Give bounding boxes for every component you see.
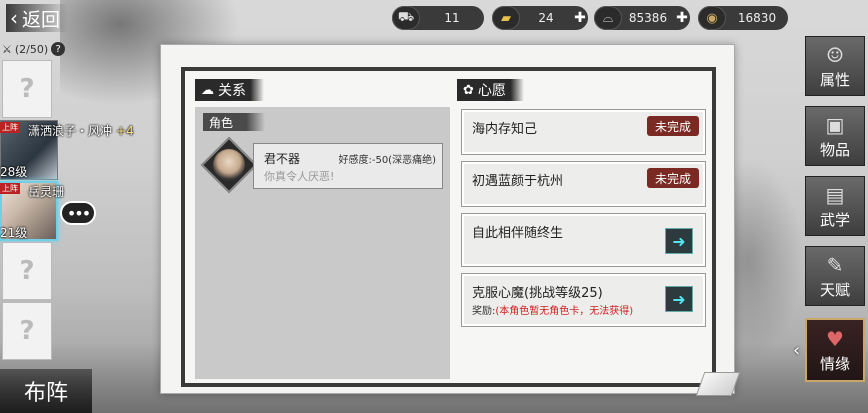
reward-note: (本角色暂无角色卡，无法获得) <box>495 306 634 317</box>
resource-value: 85386 <box>628 11 668 25</box>
sword-icon: ⚔ <box>2 42 12 56</box>
wish-item[interactable]: 克服心魔(挑战等级25) 奖励:(本角色暂无角色卡，无法获得) ➜ <box>461 273 706 327</box>
relation-entry[interactable]: 君不器 好感度:-50(深恶痛绝) 你真令人厌恶! <box>200 136 445 194</box>
main-panel-frame: ☁ 关系 角色 君不器 好感度:-50(深恶痛绝) 你真令人厌恶! ✿ 心愿 海… <box>181 67 716 387</box>
tab-talents[interactable]: ✎ 天赋 <box>805 246 865 306</box>
resource-value: 24 <box>538 11 554 25</box>
portrait-icon: ☺ <box>826 42 844 67</box>
book-icon: ▤ <box>825 182 845 207</box>
reward-label: 奖励: <box>472 306 496 317</box>
silver-ingot-icon: ⌓ <box>594 6 622 30</box>
resource-silver: ⌓ 85386 ✚ <box>594 6 690 30</box>
roster-hero-card-selected[interactable]: 上阵 岳灵珊 21级 ••• <box>0 181 96 241</box>
status-badge: 未完成 <box>646 116 699 136</box>
go-arrow-button[interactable]: ➜ <box>665 286 693 312</box>
on-field-tag: 上阵 <box>0 122 20 133</box>
hero-name: 岳灵珊 <box>28 185 65 199</box>
relation-description: 你真令人厌恶! <box>264 170 335 183</box>
resource-gold: ▰ 24 ✚ <box>492 6 588 30</box>
tab-label: 情缘 <box>819 354 850 373</box>
tab-label: 武学 <box>819 210 850 229</box>
cart-icon: ⛟ <box>392 6 420 30</box>
wish-title: 海内存知己 <box>472 122 538 137</box>
wish-reward: 奖励:(本角色暂无角色卡，无法获得) <box>472 302 633 317</box>
relation-affinity: 好感度:-50(深恶痛绝) <box>338 155 436 166</box>
resource-cart: ⛟ 11 <box>392 6 484 30</box>
add-silver-button[interactable]: ✚ <box>674 10 690 26</box>
wishes-header-label: 心愿 <box>477 83 506 99</box>
help-button[interactable]: ? <box>51 42 66 56</box>
on-field-tag: 上阵 <box>0 183 20 194</box>
tab-items[interactable]: ▣ 物品 <box>805 106 865 166</box>
chevron-left-icon: ‹ <box>793 340 801 361</box>
wish-item[interactable]: 自此相伴随终生 ➜ <box>461 213 706 267</box>
add-gold-button[interactable]: ✚ <box>572 10 588 26</box>
resource-coin: ◉ 16830 <box>698 6 788 30</box>
wish-item[interactable]: 初遇蓝颜于杭州 未完成 <box>461 161 706 207</box>
tab-label: 属性 <box>819 70 850 89</box>
formation-button[interactable]: 布阵 <box>0 369 92 413</box>
relation-name: 君不器 <box>264 152 301 166</box>
resource-value: 11 <box>444 11 460 25</box>
roster-count-text: (2/50) <box>14 42 49 56</box>
lotus-icon: ✿ <box>463 82 474 98</box>
avatar-face <box>213 149 245 181</box>
hero-name: 潇洒浪子・风冲 +4 <box>28 122 134 139</box>
back-button[interactable]: ‹ 返回 <box>6 4 69 32</box>
relations-header: ☁ 关系 <box>195 79 264 101</box>
cloud-icon: ☁ <box>201 82 214 98</box>
relations-header-label: 关系 <box>218 83 246 99</box>
go-arrow-button[interactable]: ➜ <box>665 228 693 254</box>
wish-item[interactable]: 海内存知己 未完成 <box>461 109 706 155</box>
resource-value: 16830 <box>737 11 777 25</box>
speech-bubble-icon[interactable]: ••• <box>60 201 96 225</box>
gold-ingot-icon: ▰ <box>492 6 520 30</box>
roster-count: ⚔ (2/50) ? <box>2 40 90 58</box>
empty-roster-slot[interactable]: ? <box>2 242 52 300</box>
heart-icon: ♥ <box>826 326 844 351</box>
tab-label: 物品 <box>819 140 850 159</box>
box-icon: ▣ <box>825 112 845 137</box>
relation-info: 君不器 好感度:-50(深恶痛绝) 你真令人厌恶! <box>253 143 443 189</box>
hero-level: 21级 <box>0 226 28 240</box>
tab-label: 天赋 <box>819 280 850 299</box>
tab-martial-arts[interactable]: ▤ 武学 <box>805 176 865 236</box>
wish-title: 初遇蓝颜于杭州 <box>472 174 564 189</box>
chevron-left-icon: ‹ <box>10 6 18 30</box>
wish-title: 克服心魔(挑战等级25) <box>472 286 603 301</box>
roster-hero-card[interactable]: 上阵 潇洒浪子・风冲 +4 28级 <box>0 120 134 180</box>
back-label: 返回 <box>22 8 61 31</box>
tab-romance[interactable]: ♥ 情缘 <box>805 318 865 382</box>
tab-attributes[interactable]: ☺ 属性 <box>805 36 865 96</box>
hero-upgrade-level: +4 <box>116 124 134 138</box>
empty-roster-slot[interactable]: ? <box>2 302 52 360</box>
hero-name-text: 潇洒浪子・风冲 <box>28 124 113 138</box>
relations-area: 角色 君不器 好感度:-50(深恶痛绝) 你真令人厌恶! <box>195 107 450 379</box>
role-label: 角色 <box>203 113 265 131</box>
wish-title: 自此相伴随终生 <box>472 226 564 241</box>
main-panel: ☁ 关系 角色 君不器 好感度:-50(深恶痛绝) 你真令人厌恶! ✿ 心愿 海… <box>160 44 735 394</box>
hero-level: 28级 <box>0 165 28 179</box>
coin-icon: ◉ <box>698 6 726 30</box>
empty-roster-slot[interactable]: ? <box>2 60 52 118</box>
brush-icon: ✎ <box>826 252 844 277</box>
wishes-header: ✿ 心愿 <box>457 79 524 101</box>
status-badge: 未完成 <box>646 168 699 188</box>
